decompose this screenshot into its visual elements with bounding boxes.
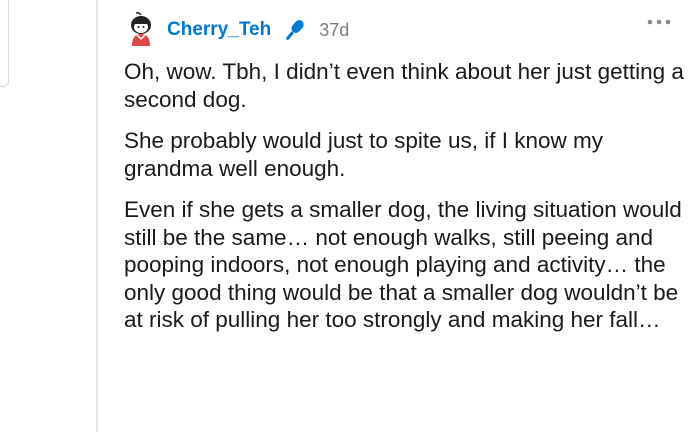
previous-comment-edge — [0, 0, 9, 87]
comment-header: Cherry_Teh 37d — [124, 10, 349, 50]
comment-paragraph: Even if she gets a smaller dog, the livi… — [124, 197, 682, 332]
thread-line[interactable] — [96, 0, 98, 432]
comment-body: Oh, wow. Tbh, I didn’t even think about … — [124, 58, 684, 348]
comment-timestamp: 37d — [319, 19, 350, 40]
more-options-icon[interactable] — [646, 17, 672, 27]
comment-author[interactable]: Cherry_Teh — [167, 19, 271, 41]
comment-paragraph: Oh, wow. Tbh, I didn’t even think about … — [124, 59, 684, 112]
avatar[interactable] — [124, 12, 158, 48]
microphone-icon — [286, 20, 304, 40]
comment-paragraph: She probably would just to spite us, if … — [124, 128, 603, 181]
